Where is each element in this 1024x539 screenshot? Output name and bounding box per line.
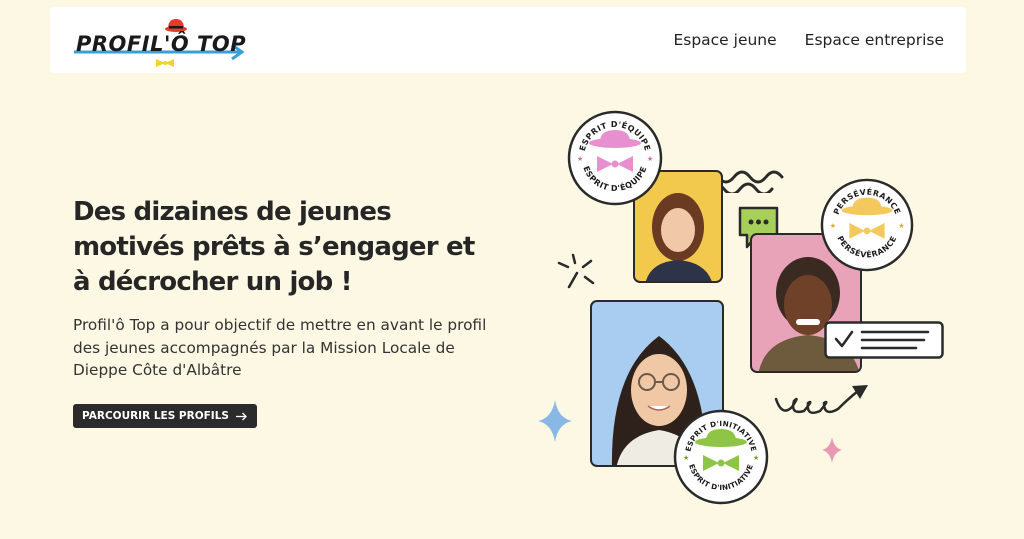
svg-text:★: ★ <box>830 222 836 230</box>
blue-star-icon <box>538 400 572 442</box>
badge-perseverance: ★ ★ PERSÉVÉRANCE PERSÉVÉRANCE <box>820 178 914 272</box>
browse-profiles-button[interactable]: PARCOURIR LES PROFILS <box>73 404 257 428</box>
browse-profiles-label: PARCOURIR LES PROFILS <box>82 410 229 422</box>
checklist-card-icon <box>824 321 944 359</box>
main-nav: Espace jeune Espace entreprise <box>673 7 944 73</box>
curly-arrow-icon <box>774 385 868 414</box>
nav-link-espace-entreprise[interactable]: Espace entreprise <box>805 31 944 49</box>
logo-text: PROFIL'Ô TOP <box>76 32 247 56</box>
svg-text:★: ★ <box>898 222 904 230</box>
svg-text:★: ★ <box>647 155 653 163</box>
svg-text:★: ★ <box>577 155 583 163</box>
hero-description: Profil'ô Top a pour objectif de mettre e… <box>73 316 487 379</box>
sparkle-lines-icon <box>557 253 595 289</box>
pink-hat-bowtie-icon: ★ ★ ESPRIT D'ÉQUIPE ESPRIT D'ÉQUIPE <box>567 110 663 206</box>
nav-link-espace-jeune[interactable]: Espace jeune <box>673 31 776 49</box>
site-header: PROFIL'Ô TOP Espace jeune Espace entrepr… <box>50 7 966 73</box>
yellow-hat-bowtie-icon: ★ ★ PERSÉVÉRANCE PERSÉVÉRANCE <box>820 178 914 272</box>
green-hat-bowtie-icon: ★ ★ ESPRIT D'INITIATIVE ESPRIT D'INITIAT… <box>673 409 769 505</box>
badge-esprit-initiative: ★ ★ ESPRIT D'INITIATIVE ESPRIT D'INITIAT… <box>673 409 769 505</box>
hero-illustration: ★ ★ ESPRIT D'ÉQUIPE ESPRIT D'ÉQUIPE ★ ★ … <box>530 95 970 525</box>
hero-title: Des dizaines de jeunes motivés prêts à s… <box>73 197 475 297</box>
svg-text:★: ★ <box>753 454 759 462</box>
pink-star-icon <box>822 437 842 463</box>
badge-esprit-equipe: ★ ★ ESPRIT D'ÉQUIPE ESPRIT D'ÉQUIPE <box>567 110 663 206</box>
svg-text:★: ★ <box>683 454 689 462</box>
site-logo[interactable]: PROFIL'Ô TOP <box>72 15 247 67</box>
arrow-right-icon <box>235 412 247 420</box>
